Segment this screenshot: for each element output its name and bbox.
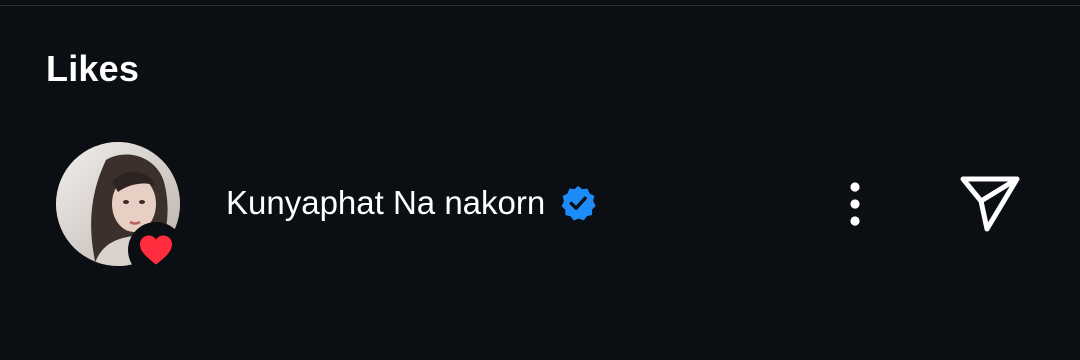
send-icon	[960, 176, 1020, 232]
send-button[interactable]	[952, 170, 1028, 236]
top-divider	[0, 5, 1080, 6]
like-badge	[128, 222, 184, 278]
user-info[interactable]: Kunyaphat Na nakorn	[226, 184, 597, 222]
verified-badge-icon	[561, 185, 596, 221]
page-title: Likes	[46, 48, 140, 89]
more-vertical-icon	[850, 182, 860, 226]
likes-screen: Likes Kunyaphat Na nakorn	[0, 0, 1080, 360]
like-row[interactable]: Kunyaphat Na nakorn	[0, 140, 1080, 278]
avatar-container[interactable]	[56, 142, 184, 278]
username[interactable]: Kunyaphat Na nakorn	[226, 184, 545, 222]
more-options-button[interactable]	[832, 174, 878, 234]
heart-icon	[140, 235, 172, 265]
